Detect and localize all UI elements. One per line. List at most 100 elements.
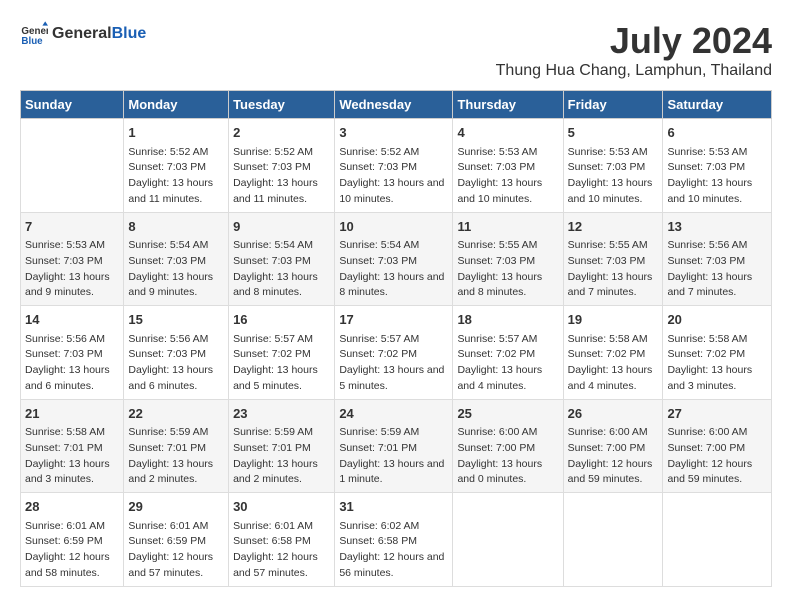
calendar-cell: 15Sunrise: 5:56 AMSunset: 7:03 PMDayligh… (124, 306, 229, 400)
day-number: 3 (339, 123, 448, 143)
day-info: Sunrise: 5:58 AMSunset: 7:02 PMDaylight:… (568, 332, 659, 395)
day-info: Sunrise: 5:59 AMSunset: 7:01 PMDaylight:… (128, 425, 224, 488)
day-number: 22 (128, 404, 224, 424)
calendar-cell: 18Sunrise: 5:57 AMSunset: 7:02 PMDayligh… (453, 306, 563, 400)
title-area: July 2024 Thung Hua Chang, Lamphun, Thai… (496, 20, 772, 80)
day-info: Sunrise: 5:55 AMSunset: 7:03 PMDaylight:… (457, 238, 558, 301)
day-info: Sunrise: 6:01 AMSunset: 6:59 PMDaylight:… (128, 519, 224, 582)
calendar-cell: 28Sunrise: 6:01 AMSunset: 6:59 PMDayligh… (21, 493, 124, 587)
header: General Blue GeneralBlue July 2024 Thung… (20, 20, 772, 80)
calendar-cell (453, 493, 563, 587)
day-number: 29 (128, 497, 224, 517)
day-number: 1 (128, 123, 224, 143)
day-number: 4 (457, 123, 558, 143)
calendar-cell: 16Sunrise: 5:57 AMSunset: 7:02 PMDayligh… (229, 306, 335, 400)
col-wednesday: Wednesday (335, 91, 453, 119)
header-row: Sunday Monday Tuesday Wednesday Thursday… (21, 91, 772, 119)
day-number: 17 (339, 310, 448, 330)
subtitle: Thung Hua Chang, Lamphun, Thailand (496, 62, 772, 80)
col-monday: Monday (124, 91, 229, 119)
day-number: 8 (128, 217, 224, 237)
calendar-cell: 30Sunrise: 6:01 AMSunset: 6:58 PMDayligh… (229, 493, 335, 587)
calendar-cell: 6Sunrise: 5:53 AMSunset: 7:03 PMDaylight… (663, 119, 772, 213)
day-info: Sunrise: 5:54 AMSunset: 7:03 PMDaylight:… (233, 238, 330, 301)
calendar-cell: 2Sunrise: 5:52 AMSunset: 7:03 PMDaylight… (229, 119, 335, 213)
day-info: Sunrise: 5:53 AMSunset: 7:03 PMDaylight:… (25, 238, 119, 301)
calendar-cell: 19Sunrise: 5:58 AMSunset: 7:02 PMDayligh… (563, 306, 663, 400)
day-info: Sunrise: 5:56 AMSunset: 7:03 PMDaylight:… (25, 332, 119, 395)
day-number: 20 (667, 310, 767, 330)
calendar-cell: 20Sunrise: 5:58 AMSunset: 7:02 PMDayligh… (663, 306, 772, 400)
day-number: 11 (457, 217, 558, 237)
day-info: Sunrise: 5:52 AMSunset: 7:03 PMDaylight:… (128, 145, 224, 208)
day-number: 7 (25, 217, 119, 237)
day-info: Sunrise: 5:56 AMSunset: 7:03 PMDaylight:… (667, 238, 767, 301)
col-friday: Friday (563, 91, 663, 119)
calendar-cell: 4Sunrise: 5:53 AMSunset: 7:03 PMDaylight… (453, 119, 563, 213)
calendar-cell: 10Sunrise: 5:54 AMSunset: 7:03 PMDayligh… (335, 212, 453, 306)
col-sunday: Sunday (21, 91, 124, 119)
day-info: Sunrise: 6:00 AMSunset: 7:00 PMDaylight:… (568, 425, 659, 488)
day-info: Sunrise: 5:58 AMSunset: 7:01 PMDaylight:… (25, 425, 119, 488)
calendar-cell: 9Sunrise: 5:54 AMSunset: 7:03 PMDaylight… (229, 212, 335, 306)
col-thursday: Thursday (453, 91, 563, 119)
calendar-week-5: 28Sunrise: 6:01 AMSunset: 6:59 PMDayligh… (21, 493, 772, 587)
calendar-cell: 7Sunrise: 5:53 AMSunset: 7:03 PMDaylight… (21, 212, 124, 306)
calendar-week-2: 7Sunrise: 5:53 AMSunset: 7:03 PMDaylight… (21, 212, 772, 306)
day-number: 19 (568, 310, 659, 330)
day-info: Sunrise: 6:00 AMSunset: 7:00 PMDaylight:… (667, 425, 767, 488)
calendar-cell: 5Sunrise: 5:53 AMSunset: 7:03 PMDaylight… (563, 119, 663, 213)
day-info: Sunrise: 5:53 AMSunset: 7:03 PMDaylight:… (667, 145, 767, 208)
calendar-cell (663, 493, 772, 587)
day-info: Sunrise: 5:56 AMSunset: 7:03 PMDaylight:… (128, 332, 224, 395)
calendar-cell: 24Sunrise: 5:59 AMSunset: 7:01 PMDayligh… (335, 399, 453, 493)
day-number: 31 (339, 497, 448, 517)
day-info: Sunrise: 5:53 AMSunset: 7:03 PMDaylight:… (568, 145, 659, 208)
calendar-cell: 1Sunrise: 5:52 AMSunset: 7:03 PMDaylight… (124, 119, 229, 213)
logo-icon: General Blue (20, 20, 48, 48)
col-saturday: Saturday (663, 91, 772, 119)
day-number: 2 (233, 123, 330, 143)
day-number: 30 (233, 497, 330, 517)
day-info: Sunrise: 5:53 AMSunset: 7:03 PMDaylight:… (457, 145, 558, 208)
day-number: 16 (233, 310, 330, 330)
day-info: Sunrise: 6:01 AMSunset: 6:58 PMDaylight:… (233, 519, 330, 582)
day-number: 24 (339, 404, 448, 424)
calendar-cell (21, 119, 124, 213)
calendar-cell: 12Sunrise: 5:55 AMSunset: 7:03 PMDayligh… (563, 212, 663, 306)
calendar-cell: 14Sunrise: 5:56 AMSunset: 7:03 PMDayligh… (21, 306, 124, 400)
day-number: 14 (25, 310, 119, 330)
day-number: 23 (233, 404, 330, 424)
day-number: 15 (128, 310, 224, 330)
day-info: Sunrise: 6:01 AMSunset: 6:59 PMDaylight:… (25, 519, 119, 582)
day-info: Sunrise: 5:57 AMSunset: 7:02 PMDaylight:… (457, 332, 558, 395)
calendar-cell: 13Sunrise: 5:56 AMSunset: 7:03 PMDayligh… (663, 212, 772, 306)
day-info: Sunrise: 5:57 AMSunset: 7:02 PMDaylight:… (233, 332, 330, 395)
day-info: Sunrise: 5:54 AMSunset: 7:03 PMDaylight:… (128, 238, 224, 301)
day-number: 27 (667, 404, 767, 424)
day-number: 18 (457, 310, 558, 330)
calendar-cell: 26Sunrise: 6:00 AMSunset: 7:00 PMDayligh… (563, 399, 663, 493)
day-info: Sunrise: 6:02 AMSunset: 6:58 PMDaylight:… (339, 519, 448, 582)
calendar-table: Sunday Monday Tuesday Wednesday Thursday… (20, 90, 772, 587)
day-number: 28 (25, 497, 119, 517)
calendar-cell: 25Sunrise: 6:00 AMSunset: 7:00 PMDayligh… (453, 399, 563, 493)
calendar-week-3: 14Sunrise: 5:56 AMSunset: 7:03 PMDayligh… (21, 306, 772, 400)
day-number: 25 (457, 404, 558, 424)
day-info: Sunrise: 5:54 AMSunset: 7:03 PMDaylight:… (339, 238, 448, 301)
calendar-cell: 29Sunrise: 6:01 AMSunset: 6:59 PMDayligh… (124, 493, 229, 587)
day-info: Sunrise: 5:55 AMSunset: 7:03 PMDaylight:… (568, 238, 659, 301)
calendar-week-4: 21Sunrise: 5:58 AMSunset: 7:01 PMDayligh… (21, 399, 772, 493)
day-number: 5 (568, 123, 659, 143)
logo-blue: Blue (112, 25, 147, 43)
main-title: July 2024 (496, 20, 772, 62)
day-info: Sunrise: 5:58 AMSunset: 7:02 PMDaylight:… (667, 332, 767, 395)
day-info: Sunrise: 5:59 AMSunset: 7:01 PMDaylight:… (233, 425, 330, 488)
calendar-cell: 22Sunrise: 5:59 AMSunset: 7:01 PMDayligh… (124, 399, 229, 493)
calendar-week-1: 1Sunrise: 5:52 AMSunset: 7:03 PMDaylight… (21, 119, 772, 213)
day-number: 6 (667, 123, 767, 143)
calendar-cell: 23Sunrise: 5:59 AMSunset: 7:01 PMDayligh… (229, 399, 335, 493)
day-number: 9 (233, 217, 330, 237)
calendar-cell (563, 493, 663, 587)
col-tuesday: Tuesday (229, 91, 335, 119)
